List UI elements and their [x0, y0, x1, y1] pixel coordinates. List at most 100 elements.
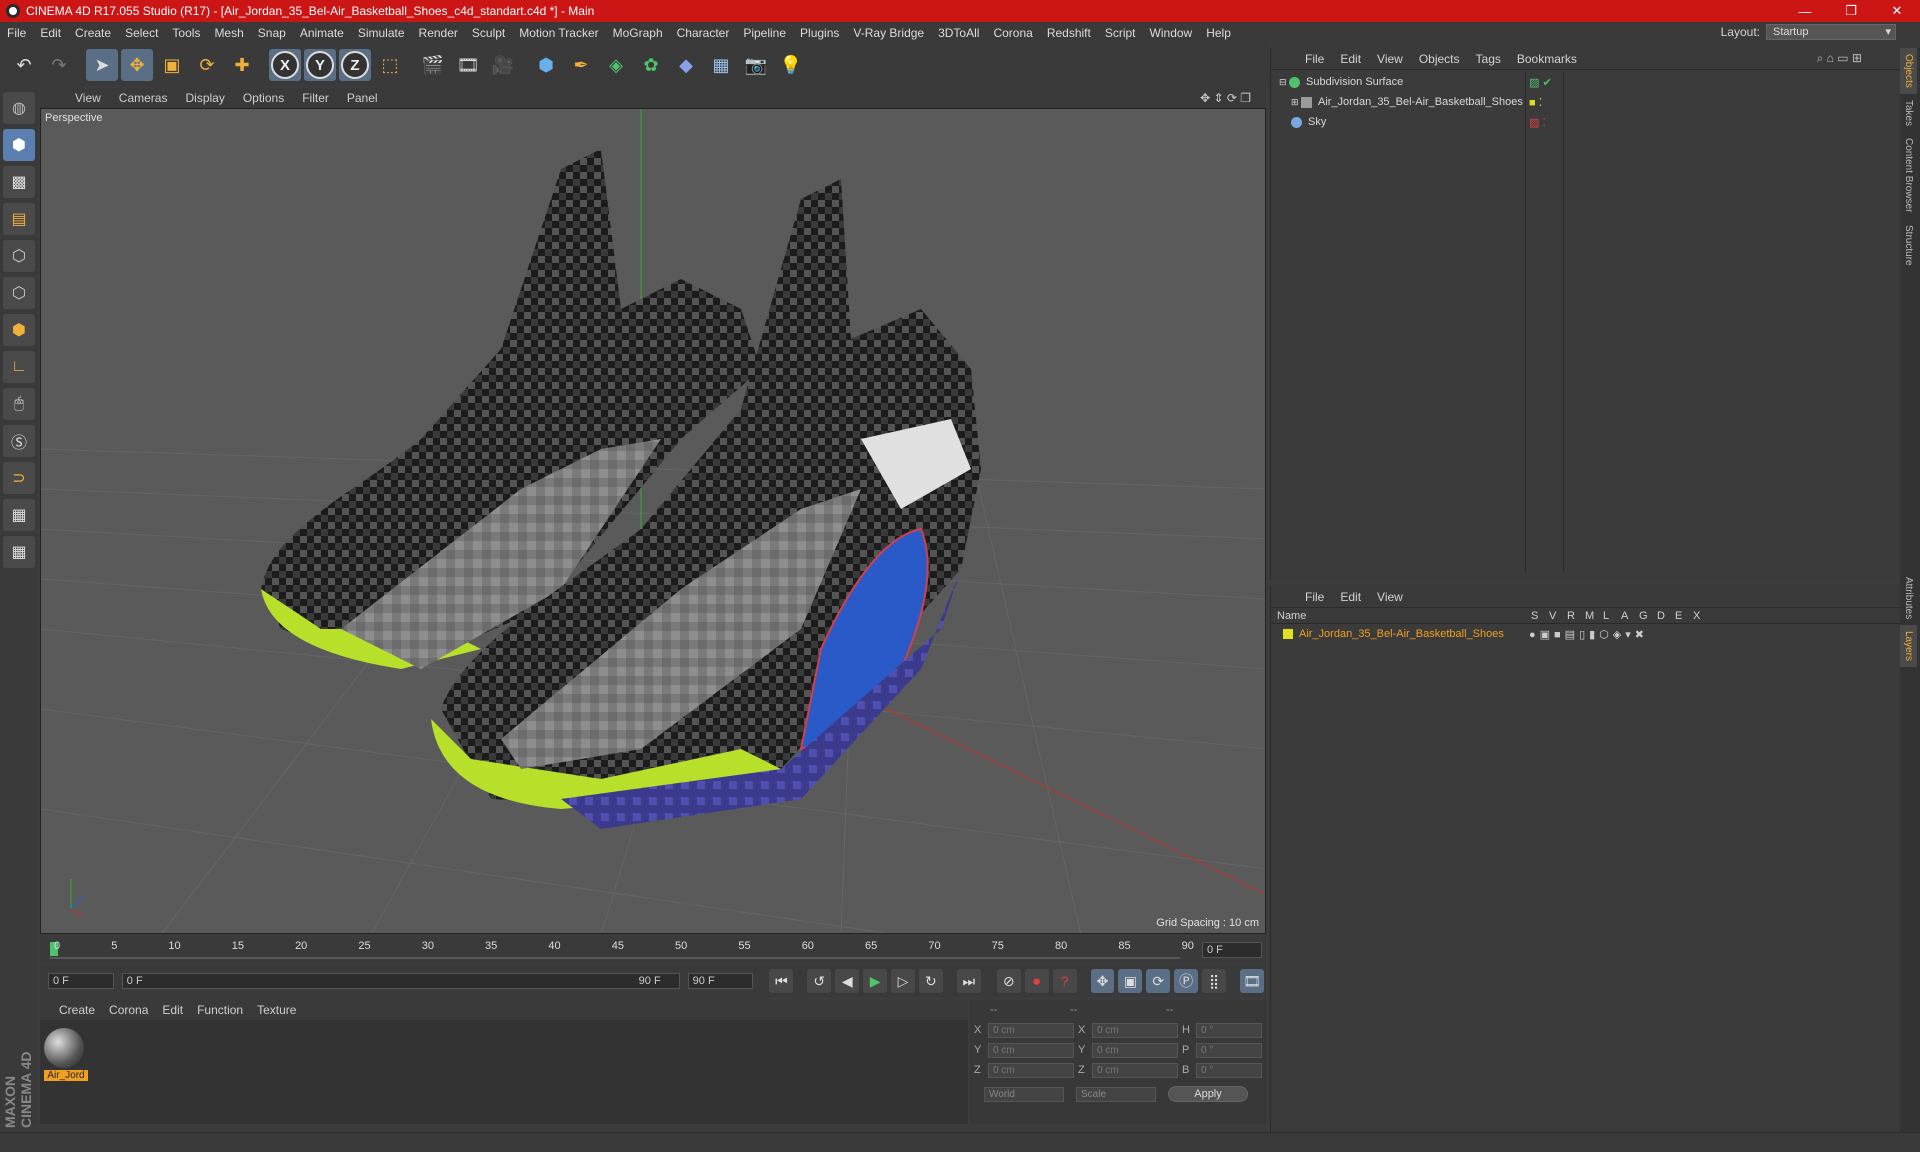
go-to-start-icon[interactable]: ⏮: [769, 969, 794, 993]
coord-system-dropdown[interactable]: World: [984, 1086, 1064, 1102]
layer-color-swatch[interactable]: [1283, 629, 1293, 639]
next-key-icon[interactable]: ↻: [918, 969, 943, 993]
layer-menu-file[interactable]: File: [1297, 590, 1332, 604]
object-menu-file[interactable]: File: [1297, 52, 1332, 66]
tweak-mode-icon[interactable]: 🖱: [3, 388, 35, 420]
menu-create[interactable]: Create: [68, 26, 118, 40]
material-menu-edit[interactable]: Edit: [155, 1003, 190, 1017]
move-icon[interactable]: ✥: [121, 49, 153, 81]
frame-range-slider[interactable]: 0 F 90 F: [121, 973, 680, 989]
z-axis-lock[interactable]: Z: [339, 49, 371, 81]
menu-vray-bridge[interactable]: V-Ray Bridge: [846, 26, 931, 40]
planar-workplane-icon[interactable]: ▦: [3, 536, 35, 568]
key-parameter-icon[interactable]: Ⓟ: [1174, 969, 1199, 993]
tab-structure[interactable]: Structure: [1900, 219, 1917, 272]
viewport-menu-filter[interactable]: Filter: [293, 91, 338, 105]
minimize-icon[interactable]: —: [1782, 0, 1828, 22]
locked-workplane-icon[interactable]: ▦: [3, 499, 35, 531]
menu-motion-tracker[interactable]: Motion Tracker: [512, 26, 605, 40]
menu-simulate[interactable]: Simulate: [351, 26, 412, 40]
axis-mode-icon[interactable]: ∟: [3, 351, 35, 383]
tab-takes[interactable]: Takes: [1900, 94, 1917, 132]
key-rotation-icon[interactable]: ⟳: [1146, 969, 1171, 993]
viewport-navigation-icons[interactable]: ✥ ⇕ ⟳ ❐: [1191, 91, 1260, 105]
layer-menu-view[interactable]: View: [1369, 590, 1411, 604]
key-position-icon[interactable]: ✥: [1090, 969, 1115, 993]
edges-mode-icon[interactable]: ⬡: [3, 277, 35, 309]
object-search-icon[interactable]: ⌕ ⌂ ▭ ⊞: [1809, 51, 1870, 66]
model-mode-icon[interactable]: ⬢: [3, 129, 35, 161]
start-frame-field[interactable]: 0 F: [48, 973, 114, 989]
material-menu-create[interactable]: Create: [52, 1003, 102, 1017]
rot-b-field[interactable]: 0 °: [1196, 1062, 1262, 1078]
viewport-menu-options[interactable]: Options: [234, 91, 293, 105]
key-scale-icon[interactable]: ▣: [1118, 969, 1143, 993]
coord-scale-dropdown[interactable]: Scale: [1076, 1086, 1156, 1102]
menu-plugins[interactable]: Plugins: [793, 26, 846, 40]
end-frame-field[interactable]: 90 F: [687, 973, 754, 989]
size-z-field[interactable]: 0 cm: [1092, 1062, 1178, 1078]
object-menu-bookmarks[interactable]: Bookmarks: [1509, 52, 1585, 66]
workplane-icon[interactable]: ▤: [3, 203, 35, 235]
object-menu-view[interactable]: View: [1369, 52, 1411, 66]
deformer-icon[interactable]: ◆: [670, 49, 702, 81]
size-y-field[interactable]: 0 cm: [1092, 1042, 1178, 1058]
viewport-menu-display[interactable]: Display: [176, 91, 233, 105]
viewport-menu-cameras[interactable]: Cameras: [110, 91, 177, 105]
rot-p-field[interactable]: 0 °: [1196, 1042, 1262, 1058]
go-to-end-icon[interactable]: ⏭: [956, 969, 981, 993]
object-row-shoes[interactable]: ⊞ Air_Jordan_35_Bel-Air_Basketball_Shoes…: [1271, 92, 1901, 112]
pos-x-field[interactable]: 0 cm: [988, 1022, 1074, 1038]
tab-attributes[interactable]: Attributes: [1900, 571, 1917, 625]
x-axis-lock[interactable]: X: [269, 49, 301, 81]
object-layer-color[interactable]: ■ ⁚: [1529, 96, 1542, 109]
magnet-icon[interactable]: ⊃: [3, 462, 35, 494]
render-picture-viewer-icon[interactable]: 🎞: [452, 49, 484, 81]
rot-h-field[interactable]: 0 °: [1196, 1022, 1262, 1038]
record-keys-icon[interactable]: ⊘: [996, 969, 1021, 993]
object-menu-edit[interactable]: Edit: [1332, 52, 1369, 66]
object-visibility-check[interactable]: ▨ ✔: [1529, 76, 1552, 89]
material-swatch[interactable]: Air_Jord: [44, 1028, 88, 1082]
menu-corona[interactable]: Corona: [986, 26, 1039, 40]
tab-content-browser[interactable]: Content Browser: [1900, 132, 1917, 218]
floor-icon[interactable]: ▦: [705, 49, 737, 81]
material-menu-function[interactable]: Function: [190, 1003, 250, 1017]
layer-row[interactable]: Air_Jordan_35_Bel-Air_Basketball_Shoes ●…: [1271, 624, 1900, 644]
menu-script[interactable]: Script: [1098, 26, 1143, 40]
redo-icon[interactable]: ↷: [43, 49, 75, 81]
coordinate-system-icon[interactable]: ⬚: [374, 49, 406, 81]
previous-key-icon[interactable]: ↺: [807, 969, 832, 993]
object-row-sky[interactable]: Sky ▨ ⁚: [1271, 112, 1901, 132]
object-menu-tags[interactable]: Tags: [1468, 52, 1509, 66]
timeline-window-icon[interactable]: 🎞: [1240, 969, 1264, 993]
object-menu-objects[interactable]: Objects: [1411, 52, 1468, 66]
apply-button[interactable]: Apply: [1168, 1086, 1248, 1102]
make-editable-icon[interactable]: ◍: [3, 92, 35, 124]
menu-help[interactable]: Help: [1199, 26, 1238, 40]
menu-sculpt[interactable]: Sculpt: [465, 26, 512, 40]
previous-frame-icon[interactable]: ◀: [835, 969, 860, 993]
timeline-ruler[interactable]: 0 5 10 15 20 25 30 35 40 45 50 55 60 65 …: [40, 938, 1266, 962]
current-frame-field[interactable]: 0 F: [1202, 942, 1262, 958]
viewport-menu-view[interactable]: View: [66, 91, 110, 105]
expand-icon[interactable]: ⊞: [1291, 97, 1301, 108]
menu-mograph[interactable]: MoGraph: [606, 26, 670, 40]
layout-dropdown[interactable]: Startup: [1766, 24, 1896, 40]
layer-toggle-icons[interactable]: ●▣■▤▯▮⬡◈▾✖: [1529, 628, 1648, 641]
pos-z-field[interactable]: 0 cm: [988, 1062, 1074, 1078]
collapse-icon[interactable]: ⊟: [1279, 77, 1289, 88]
menu-pipeline[interactable]: Pipeline: [736, 26, 793, 40]
maximize-icon[interactable]: ❐: [1828, 0, 1874, 22]
scale-icon[interactable]: ▣: [156, 49, 188, 81]
keyframe-selection-icon[interactable]: ?: [1052, 969, 1077, 993]
key-pla-icon[interactable]: ⣿: [1202, 969, 1227, 993]
close-icon[interactable]: ✕: [1874, 0, 1920, 22]
camera-icon[interactable]: 📷: [740, 49, 772, 81]
perspective-viewport[interactable]: Perspective Grid Spacing : 10 cm: [40, 108, 1266, 934]
subdivision-icon[interactable]: ◈: [600, 49, 632, 81]
points-mode-icon[interactable]: ⬡: [3, 240, 35, 272]
rotate-icon[interactable]: ⟳: [191, 49, 223, 81]
menu-window[interactable]: Window: [1143, 26, 1200, 40]
object-row-subdivision[interactable]: ⊟ Subdivision Surface ▨ ✔: [1271, 72, 1901, 92]
